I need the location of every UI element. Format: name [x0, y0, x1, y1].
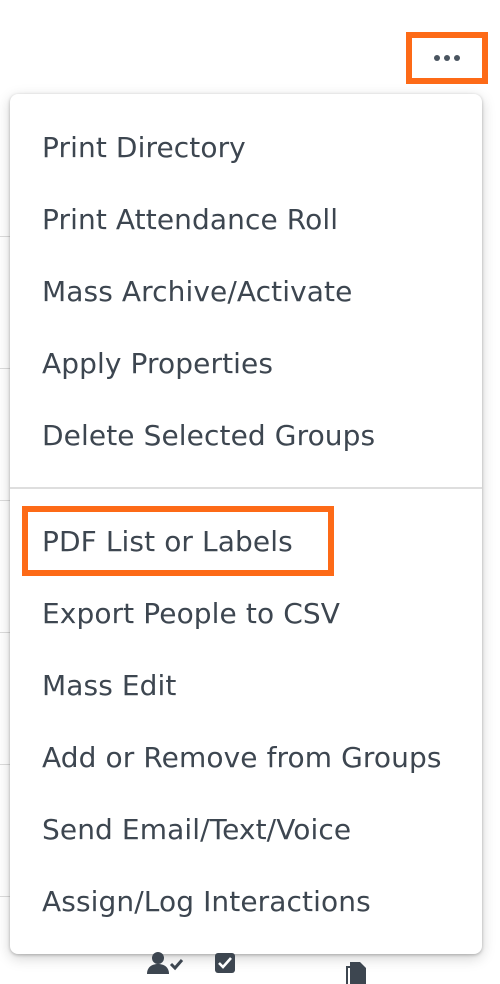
- ellipsis-dot: [454, 55, 460, 61]
- actions-dropdown-menu: Print Directory Print Attendance Roll Ma…: [10, 94, 482, 954]
- background-divider: [0, 632, 10, 633]
- background-divider: [0, 896, 10, 897]
- menu-item-delete-selected-groups[interactable]: Delete Selected Groups: [42, 410, 375, 460]
- background-divider: [0, 764, 10, 765]
- ellipsis-dot: [444, 55, 450, 61]
- background-divider: [0, 500, 10, 501]
- menu-item-print-directory[interactable]: Print Directory: [42, 122, 246, 172]
- menu-item-print-attendance-roll[interactable]: Print Attendance Roll: [42, 194, 338, 244]
- background-divider: [0, 236, 10, 237]
- menu-divider: [10, 487, 482, 489]
- menu-item-mass-archive-activate[interactable]: Mass Archive/Activate: [42, 266, 352, 316]
- menu-item-pdf-list-or-labels[interactable]: PDF List or Labels: [42, 516, 293, 566]
- ellipsis-horizontal-icon: [434, 55, 440, 61]
- user-check-icon[interactable]: [146, 950, 184, 974]
- menu-item-send-email-text-voice[interactable]: Send Email/Text/Voice: [42, 804, 351, 854]
- menu-item-add-or-remove-from-groups[interactable]: Add or Remove from Groups: [42, 732, 442, 782]
- document-icon[interactable]: [344, 960, 370, 984]
- menu-item-export-people-to-csv[interactable]: Export People to CSV: [42, 588, 340, 638]
- menu-item-mass-edit[interactable]: Mass Edit: [42, 660, 177, 710]
- menu-item-apply-properties[interactable]: Apply Properties: [42, 338, 273, 388]
- background-divider: [0, 368, 10, 369]
- more-actions-button[interactable]: [406, 32, 488, 84]
- menu-item-assign-log-interactions[interactable]: Assign/Log Interactions: [42, 876, 371, 926]
- checkbox-icon[interactable]: [214, 952, 236, 974]
